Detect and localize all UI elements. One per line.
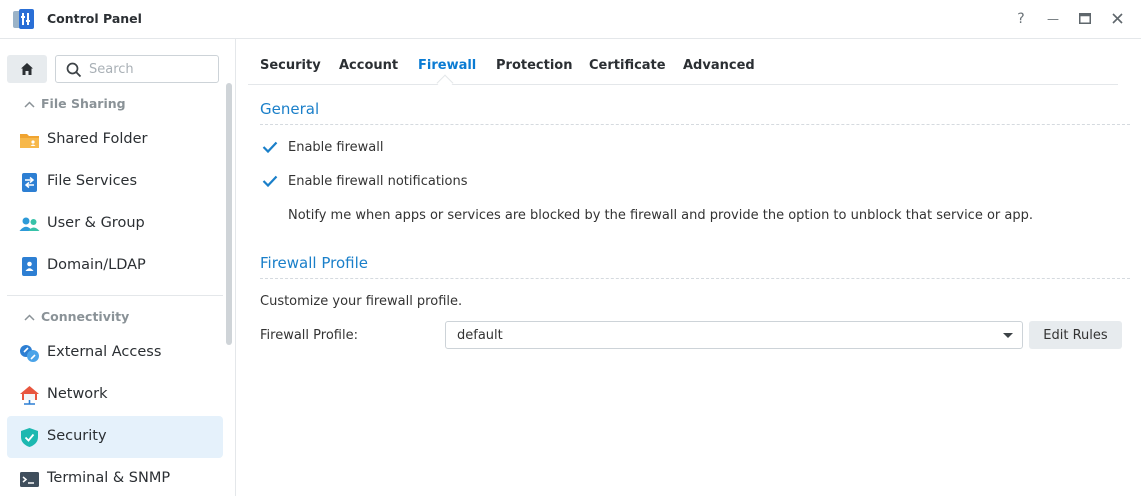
main-content: Security Account Firewall Protection Cer… — [236, 39, 1141, 496]
tab-bar: Security Account Firewall Protection Cer… — [248, 39, 1118, 92]
home-button[interactable] — [7, 55, 47, 83]
sidebar-item-file-services[interactable]: File Services — [7, 161, 223, 203]
tab-security[interactable]: Security — [260, 58, 321, 73]
file-services-icon — [22, 173, 37, 192]
external-access-icon — [20, 345, 39, 362]
search-box[interactable] — [55, 55, 219, 83]
sidebar-item-network[interactable]: Network — [7, 374, 223, 416]
sidebar-item-user-group[interactable]: User & Group — [7, 203, 223, 245]
profile-field-label: Firewall Profile: — [260, 328, 358, 343]
home-icon — [21, 63, 33, 75]
firewall-profile-select[interactable]: default — [445, 321, 1023, 349]
close-icon[interactable] — [1106, 9, 1128, 29]
tab-certificate[interactable]: Certificate — [589, 58, 666, 73]
chevron-down-icon — [1003, 333, 1013, 338]
domain-icon — [22, 257, 37, 276]
folder-icon — [20, 134, 39, 148]
sidebar-item-domain-ldap[interactable]: Domain/LDAP — [7, 245, 223, 287]
firewall-profile-value: default — [457, 328, 503, 343]
general-section-title: General — [260, 100, 320, 118]
notification-note: Notify me when apps or services are bloc… — [288, 208, 1033, 223]
sidebar-item-label: Network — [47, 386, 108, 402]
tab-account[interactable]: Account — [339, 58, 398, 73]
sidebar-item-label: Terminal & SNMP — [47, 470, 171, 486]
chevron-up-icon — [7, 96, 41, 111]
sidebar-item-security[interactable]: Security — [7, 416, 223, 458]
sidebar-item-label: Domain/LDAP — [47, 257, 146, 273]
tab-protection[interactable]: Protection — [496, 58, 572, 73]
section-divider — [260, 278, 1130, 279]
search-icon — [66, 62, 82, 78]
network-icon — [20, 386, 39, 405]
sidebar-scrollbar[interactable] — [226, 83, 232, 345]
section-label: File Sharing — [41, 95, 126, 111]
maximize-icon[interactable] — [1074, 9, 1096, 29]
sidebar-divider — [7, 295, 223, 296]
enable-notifications-checkbox[interactable] — [260, 171, 280, 191]
window-title: Control Panel — [47, 11, 142, 26]
active-tab-indicator — [436, 74, 454, 92]
sidebar-item-external-access[interactable]: External Access — [7, 332, 223, 374]
terminal-icon — [20, 472, 39, 487]
section-file-sharing[interactable]: File Sharing — [7, 88, 223, 118]
search-input[interactable] — [89, 60, 213, 78]
sidebar-item-shared-folder[interactable]: Shared Folder — [7, 119, 223, 161]
section-divider — [260, 124, 1130, 125]
enable-notifications-label: Enable firewall notifications — [288, 174, 468, 189]
title-bar: Control Panel ? — — [0, 0, 1141, 39]
enable-firewall-checkbox[interactable] — [260, 137, 280, 157]
edit-rules-button[interactable]: Edit Rules — [1029, 321, 1122, 349]
profile-description: Customize your firewall profile. — [260, 294, 463, 309]
shield-icon — [21, 428, 38, 447]
sidebar-item-terminal-snmp[interactable]: Terminal & SNMP — [7, 458, 223, 496]
sidebar-item-label: File Services — [47, 173, 138, 189]
help-icon[interactable]: ? — [1010, 9, 1032, 29]
sidebar-item-label: Security — [47, 428, 107, 444]
minimize-icon[interactable]: — — [1042, 9, 1064, 29]
sidebar-item-label: External Access — [47, 344, 162, 360]
profile-section-title: Firewall Profile — [260, 254, 368, 272]
sidebar-item-label: Shared Folder — [47, 131, 148, 147]
tab-firewall[interactable]: Firewall — [418, 58, 476, 73]
tab-advanced[interactable]: Advanced — [683, 58, 755, 73]
sidebar-item-label: User & Group — [47, 215, 145, 231]
control-panel-app-icon — [13, 9, 34, 29]
enable-firewall-label: Enable firewall — [288, 140, 384, 155]
section-connectivity[interactable]: Connectivity — [7, 301, 223, 331]
users-icon — [19, 217, 40, 231]
sidebar: File Sharing Shared Folder File Services… — [0, 39, 236, 496]
chevron-up-icon — [7, 309, 41, 324]
section-label: Connectivity — [41, 308, 130, 324]
